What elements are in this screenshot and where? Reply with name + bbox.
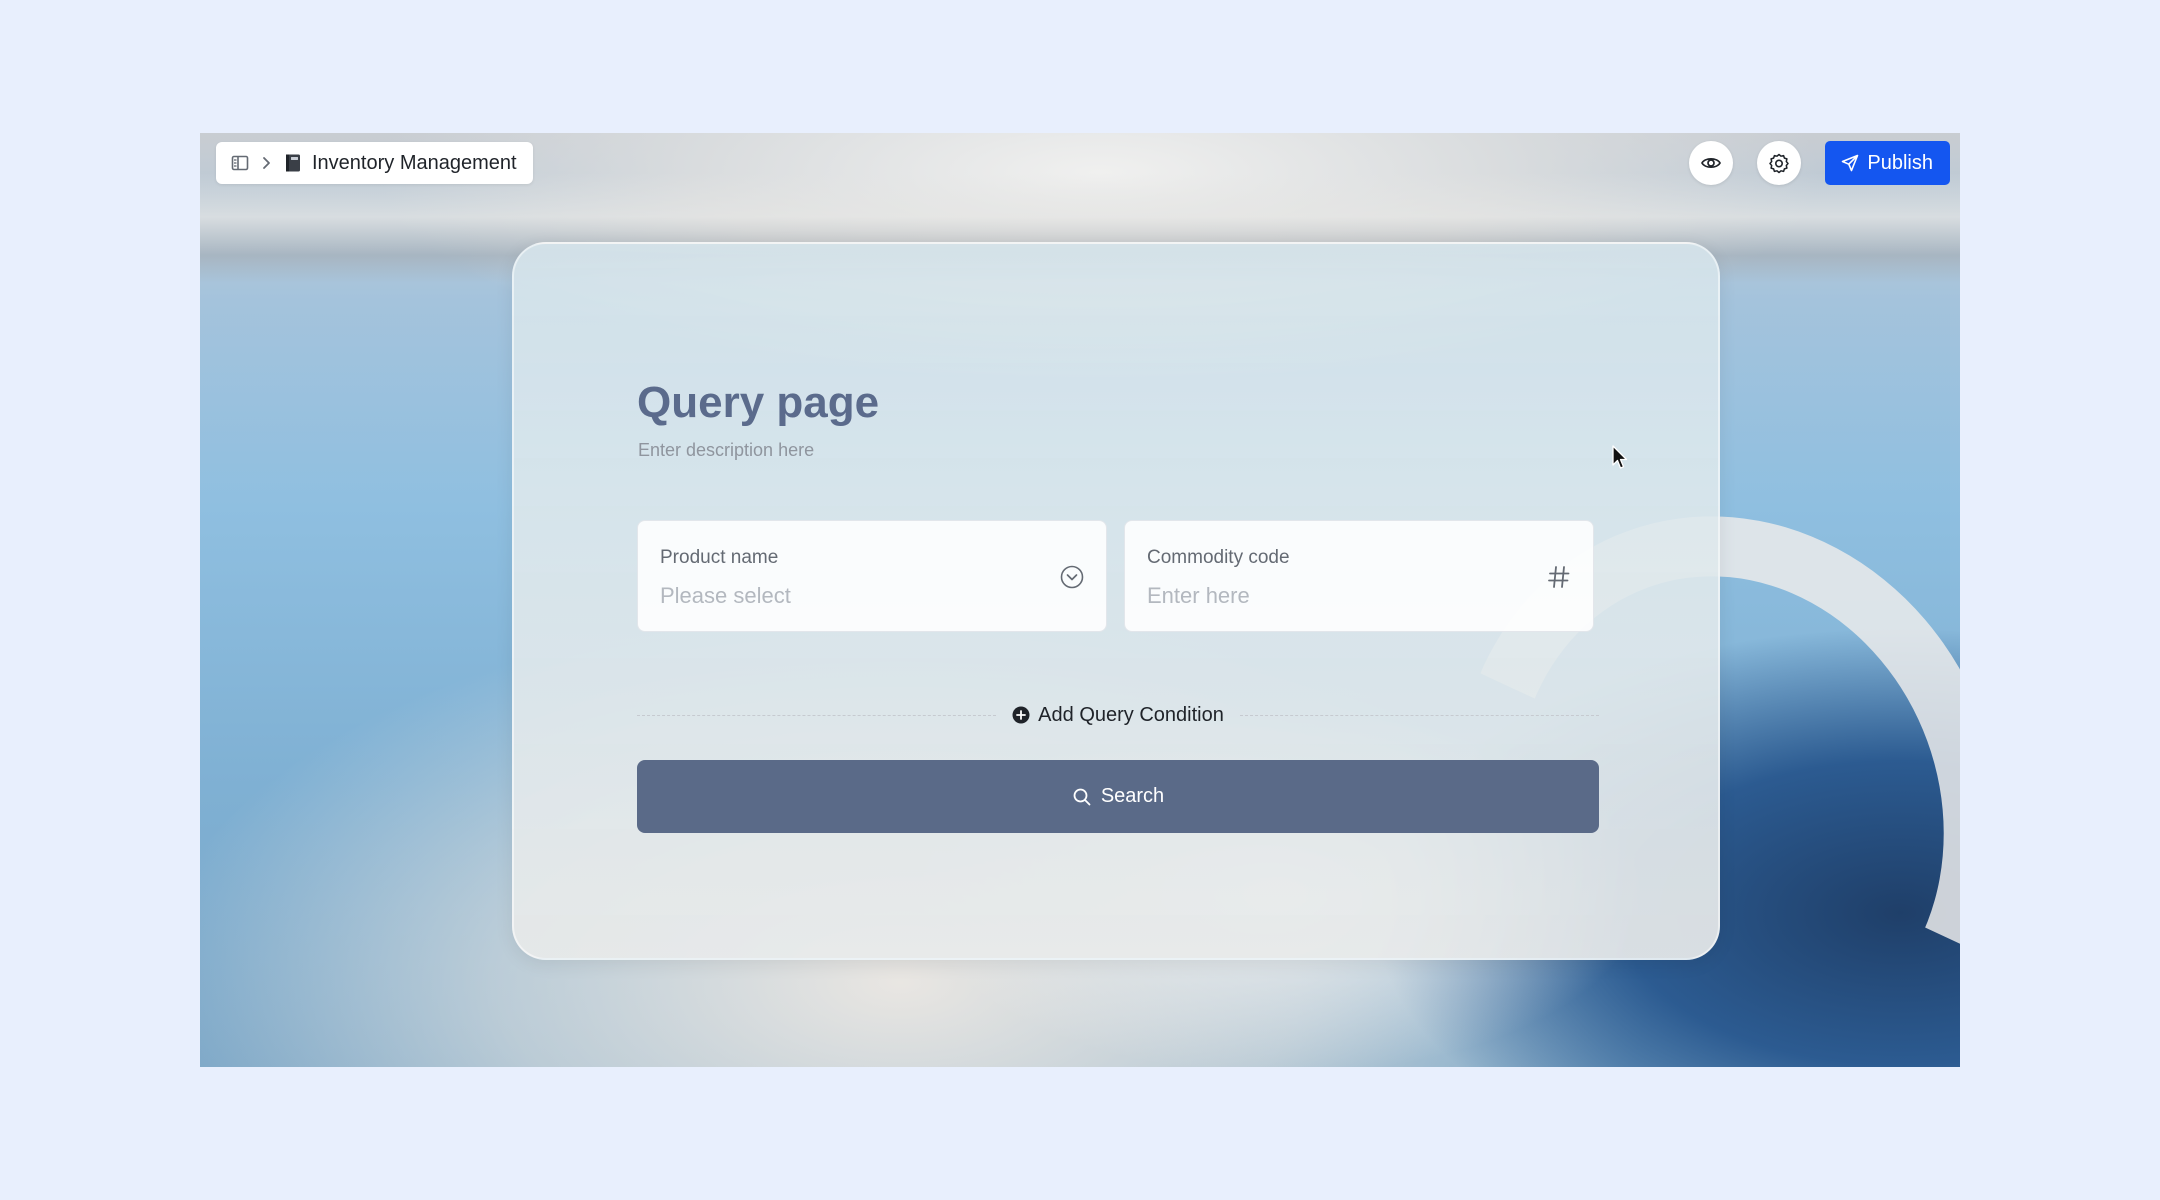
preview-button[interactable] [1689,141,1734,185]
product-name-select[interactable]: Product name Please select [637,520,1107,632]
field-label: Product name [660,547,779,568]
divider [637,714,997,716]
plus-circle-icon [1012,706,1030,724]
book-icon [284,153,302,173]
gear-icon [1768,152,1790,174]
publish-label: Publish [1867,151,1933,174]
commodity-code-input[interactable]: Commodity code Enter here [1124,520,1594,632]
add-query-condition-button[interactable]: Add Query Condition [996,704,1240,727]
hash-icon [1545,563,1573,591]
eye-icon [1700,152,1722,174]
app-title[interactable]: Inventory Management [312,152,517,175]
mouse-cursor-icon [1612,445,1630,476]
field-placeholder: Please select [660,583,791,608]
page-title[interactable]: Query page [637,378,879,428]
send-icon [1841,154,1859,172]
publish-button[interactable]: Publish [1825,141,1950,185]
add-condition-label: Add Query Condition [1038,703,1224,726]
app-canvas: Inventory Management Publish Query page … [200,133,1960,1067]
add-condition-row: Add Query Condition [637,700,1600,730]
field-placeholder: Enter here [1147,583,1250,608]
divider [1239,714,1600,716]
page-description[interactable]: Enter description here [638,440,814,461]
toolbar: Publish [1689,141,1950,185]
breadcrumb: Inventory Management [216,142,533,184]
sidebar-toggle-icon[interactable] [230,153,250,173]
chevron-right-icon [260,155,274,171]
settings-button[interactable] [1757,141,1802,185]
search-button[interactable]: Search [637,760,1599,833]
field-label: Commodity code [1147,547,1290,568]
search-label: Search [1100,785,1165,807]
search-icon [1072,787,1092,807]
chevron-down-circle-icon[interactable] [1058,563,1086,591]
query-card: Query page Enter description here Produc… [512,242,1720,960]
